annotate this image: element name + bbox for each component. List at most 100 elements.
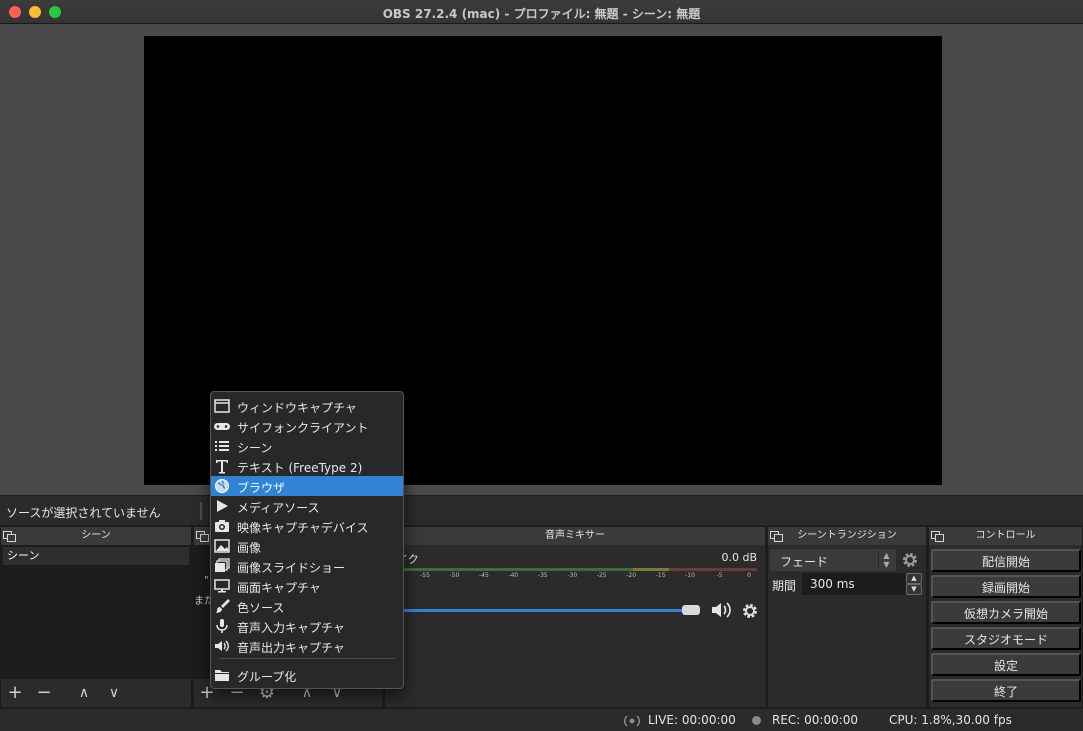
meter-tick-label: -40 — [508, 572, 519, 579]
exit-button[interactable]: 終了 — [931, 679, 1081, 702]
duration-stepper[interactable]: ▲ ▼ — [906, 573, 922, 595]
scenes-dock: シーン シーン + − ∧ ∨ — [0, 526, 192, 708]
mixer-gear-icon[interactable] — [741, 602, 759, 620]
source-toolbar: ソースが選択されていません — [0, 495, 1083, 525]
volume-meter — [399, 568, 757, 571]
menu-item-label: シーン — [237, 441, 273, 455]
brush-icon — [216, 599, 230, 613]
studio-mode-button[interactable]: スタジオモード — [931, 627, 1081, 650]
menu-item-label: ブラウザ — [237, 481, 286, 495]
float-dock-icon[interactable] — [3, 531, 16, 542]
meter-tick-label: -20 — [626, 572, 637, 579]
live-status: LIVE: 00:00:00 — [648, 713, 736, 727]
duration-input[interactable]: 300 ms — [802, 573, 906, 595]
menu-item-label: 音声入力キャプチャ — [237, 621, 345, 635]
menu-item-image-slideshow[interactable]: 画像スライドショー — [211, 556, 403, 576]
list-icon — [215, 441, 229, 451]
meter-tick-label: -35 — [537, 572, 548, 579]
meter-tick-label: -25 — [596, 572, 607, 579]
scenes-title: シーン — [81, 530, 111, 541]
mixer-channel: イク 0.0 dB -55 -50 -45 -40 -35 -30 -25 -20 -15 -10… — [385, 545, 765, 707]
meter-tick-label: -45 — [479, 572, 489, 579]
float-dock-icon[interactable] — [770, 531, 783, 542]
rec-status: REC: 00:00:00 — [772, 713, 859, 727]
speaker-icon[interactable] — [710, 601, 734, 619]
transition-gear-icon[interactable] — [901, 551, 919, 569]
chevron-down-icon[interactable]: ▼ — [906, 584, 922, 595]
controls-title: コントロール — [975, 530, 1036, 541]
text-icon — [216, 460, 228, 474]
menu-item-media-source[interactable]: メディアソース — [211, 496, 403, 516]
start-recording-button[interactable]: 録画開始 — [931, 575, 1081, 598]
monitor-icon — [214, 579, 230, 593]
preview-area — [0, 24, 1083, 495]
microphone-icon — [216, 619, 228, 633]
scenes-footer: + − ∧ ∨ — [1, 679, 191, 707]
gamepad-icon — [214, 423, 230, 430]
menu-item-label: 映像キャプチャデバイス — [237, 521, 369, 535]
meter-tick-label: -50 — [449, 572, 460, 579]
cpu-status: CPU: 1.8%,30.00 fps — [889, 713, 1012, 727]
menu-item-browser[interactable]: ブラウザ — [211, 476, 403, 496]
meter-tick-label: 0 — [747, 572, 751, 579]
float-dock-icon[interactable] — [196, 531, 209, 542]
add-scene-button[interactable]: + — [4, 682, 26, 704]
menu-item-text-freetype[interactable]: テキスト (FreeType 2) — [211, 456, 403, 476]
menu-item-display-capture[interactable]: 画面キャプチャ — [211, 576, 403, 596]
volume-slider-track[interactable] — [399, 609, 686, 612]
menu-item-audio-input-capture[interactable]: 音声入力キャプチャ — [211, 616, 403, 636]
menu-item-image[interactable]: 画像 — [211, 536, 403, 556]
menu-item-label: サイフォンクライアント — [237, 421, 369, 435]
audio-mixer-dock: 音声ミキサー イク 0.0 dB -55 -50 -45 -40 -35 -30 -25 -2… — [384, 526, 766, 708]
speaker-icon — [215, 640, 229, 652]
controls-dock-title: コントロール — [929, 527, 1082, 545]
scenes-dock-title: シーン — [1, 527, 191, 545]
volume-slider-handle[interactable] — [681, 605, 700, 615]
meter-tick-label: -5 — [716, 572, 723, 579]
broadcast-icon — [624, 715, 640, 727]
transition-selected-value: フェード — [780, 555, 829, 569]
menu-item-label: テキスト (FreeType 2) — [237, 461, 363, 475]
menu-item-label: グループ化 — [237, 670, 297, 684]
menu-item-label: メディアソース — [237, 501, 320, 515]
menu-item-color-source[interactable]: 色ソース — [211, 596, 403, 616]
toolbar-separator — [200, 502, 202, 520]
menu-item-label: ウィンドウキャプチャ — [237, 401, 357, 415]
title-bar: OBS 27.2.4 (mac) - プロファイル: 無題 - シーン: 無題 — [0, 0, 1083, 24]
menu-item-audio-output-capture[interactable]: 音声出力キャプチャ — [211, 636, 403, 656]
float-dock-icon[interactable] — [931, 531, 944, 542]
chevron-updown-icon: ▲ ▼ — [878, 551, 894, 569]
menu-item-label: 画像スライドショー — [237, 561, 346, 575]
chevron-up-icon[interactable]: ▲ — [906, 573, 922, 584]
start-streaming-button[interactable]: 配信開始 — [931, 549, 1081, 572]
scene-list[interactable]: シーン — [1, 545, 191, 679]
window-icon — [214, 399, 230, 413]
no-source-selected-label: ソースが選択されていません — [6, 506, 161, 520]
menu-item-syphon-client[interactable]: サイフォンクライアント — [211, 416, 403, 436]
menu-item-video-capture-device[interactable]: 映像キャプチャデバイス — [211, 516, 403, 536]
slideshow-icon — [215, 558, 230, 572]
globe-icon — [215, 479, 229, 493]
menu-item-label: 画面キャプチャ — [237, 581, 321, 595]
start-virtual-camera-button[interactable]: 仮想カメラ開始 — [931, 601, 1081, 624]
record-dot-icon — [752, 716, 761, 725]
menu-item-scene[interactable]: シーン — [211, 436, 403, 456]
add-source-menu: ウィンドウキャプチャ サイフォンクライアント シーン テキスト (FreeTyp… — [210, 391, 404, 689]
transitions-title: シーントランジション — [797, 530, 897, 541]
transition-select[interactable]: フェード ▲ ▼ — [770, 549, 896, 571]
scene-list-item[interactable]: シーン — [3, 547, 189, 565]
menu-item-label: 音声出力キャプチャ — [237, 641, 345, 655]
settings-button[interactable]: 設定 — [931, 653, 1081, 676]
audio-mixer-title: 音声ミキサー — [385, 527, 765, 545]
menu-item-window-capture[interactable]: ウィンドウキャプチャ — [211, 396, 403, 416]
camera-icon — [215, 520, 229, 532]
status-bar: LIVE: 00:00:00 REC: 00:00:00 CPU: 1.8%,3… — [0, 708, 1083, 731]
move-scene-up-button[interactable]: ∧ — [73, 682, 95, 704]
image-icon — [214, 539, 230, 553]
remove-scene-button[interactable]: − — [33, 682, 55, 704]
move-scene-down-button[interactable]: ∨ — [103, 682, 125, 704]
window-title: OBS 27.2.4 (mac) - プロファイル: 無題 - シーン: 無題 — [382, 7, 701, 21]
play-icon — [217, 500, 228, 512]
menu-item-group[interactable]: グループ化 — [211, 665, 403, 685]
menu-separator — [219, 658, 395, 659]
